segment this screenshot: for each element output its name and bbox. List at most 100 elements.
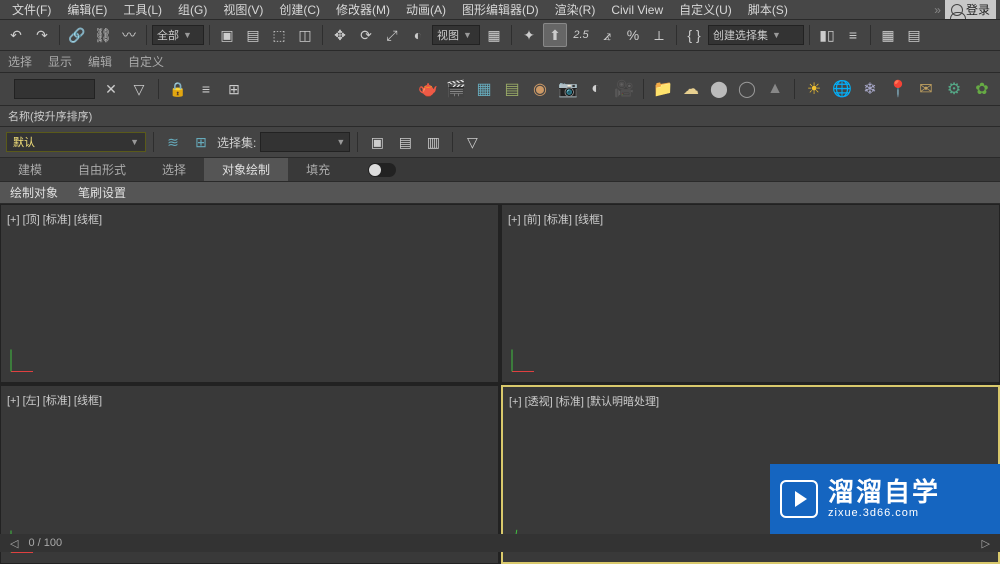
panel-icon[interactable]: ▤ [500,77,524,101]
folder-icon[interactable]: 📁 [651,77,675,101]
menu-modifier[interactable]: 修改器(M) [328,0,398,20]
login-button[interactable]: 登录 [945,0,996,19]
menu-edit[interactable]: 编辑(E) [59,0,115,20]
scale-button[interactable]: ⤢ [380,23,404,47]
filter-button[interactable]: ▽ [127,77,151,101]
bind-button[interactable]: 〰 [117,23,141,47]
menu-view[interactable]: 视图(V) [215,0,271,20]
subtab-paintobject[interactable]: 绘制对象 [0,182,68,203]
named-sel-dropdown[interactable]: 创建选择集▼ [708,25,804,45]
menu-group[interactable]: 组(G) [170,0,215,20]
camera-icon[interactable]: 📷 [556,77,580,101]
tab-freeform[interactable]: 自由形式 [60,158,144,181]
layer-button[interactable]: ▦ [876,23,900,47]
snow-icon[interactable]: ❄ [858,77,882,101]
scene-search-input[interactable] [14,79,95,99]
mirror-button[interactable]: ▮▯ [815,23,839,47]
layers-button[interactable]: ≋ [161,130,185,154]
timeline[interactable]: ◁ 0 / 100 ▷ [0,534,1000,552]
select-name-button[interactable]: ▤ [241,23,265,47]
cloud-icon[interactable]: ☁ [679,77,703,101]
snap-toggle-button[interactable]: ⬆ [543,23,567,47]
sel-b-button[interactable]: ▤ [393,130,417,154]
menu-tools[interactable]: 工具(L) [115,0,170,20]
list2-button[interactable]: ⊞ [222,77,246,101]
pin-icon[interactable]: 📍 [886,77,910,101]
row3: 默认▼ ≋ ⊞ 选择集: ▼ ▣ ▤ ▥ ▽ [0,127,1000,158]
sel-c-button[interactable]: ▥ [421,130,445,154]
sub-edit[interactable]: 编辑 [88,53,112,70]
undo-button[interactable]: ↶ [4,23,28,47]
play-icon[interactable]: ◁ [10,537,18,550]
menu-create[interactable]: 创建(C) [271,0,328,20]
menu-script[interactable]: 脚本(S) [740,0,796,20]
menu-customize[interactable]: 自定义(U) [671,0,740,20]
watermark-title: 溜溜自学 [828,479,940,505]
default-layer-dropdown[interactable]: 默认▼ [6,132,146,152]
tab-objectpaint[interactable]: 对象绘制 [204,158,288,181]
sub-display[interactable]: 显示 [48,53,72,70]
select-object-button[interactable]: ▣ [215,23,239,47]
manipulate-button[interactable]: ✦ [517,23,541,47]
named-sel-button[interactable]: { } [682,23,706,47]
tab-populate[interactable]: 填充 [288,158,348,181]
clip-icon[interactable]: ◐ [584,77,608,101]
gear-icon[interactable]: ⚙ [942,77,966,101]
filter-dropdown[interactable]: 全部▼ [152,25,204,45]
menu-animation[interactable]: 动画(A) [398,0,454,20]
frame-readout: 0 / 100 [28,537,62,549]
spinner-snap-button[interactable]: % [621,23,645,47]
menu-render[interactable]: 渲染(R) [547,0,604,20]
clear-search-button[interactable]: ✕ [99,77,123,101]
menu-grapheditor[interactable]: 图形编辑器(D) [454,0,547,20]
align-button[interactable]: ≡ [841,23,865,47]
camera2-icon[interactable]: 🎥 [612,77,636,101]
redo-button[interactable]: ↷ [30,23,54,47]
plant-icon[interactable]: ✿ [970,77,994,101]
sel-a-button[interactable]: ▣ [365,130,389,154]
cone-icon[interactable]: ▲ [763,77,787,101]
filter2-button[interactable]: ▽ [460,130,484,154]
window-crossing-button[interactable]: ◫ [293,23,317,47]
tab-selection[interactable]: 选择 [144,158,204,181]
angle-snap-button[interactable]: 2.5 [569,23,593,47]
refcoord-dropdown[interactable]: 视图▼ [432,25,480,45]
axis-button[interactable]: ⟂ [647,23,671,47]
tab-modeling[interactable]: 建模 [0,158,60,181]
watermark: 溜溜自学 zixue.3d66.com [770,464,1000,534]
layeradd-button[interactable]: ⊞ [189,130,213,154]
sphere-icon[interactable]: ⬤ [707,77,731,101]
grid-icon[interactable]: ▦ [472,77,496,101]
timeline-end-icon[interactable]: ▷ [982,537,990,550]
viewport-top[interactable]: [+] [顶] [标准] [线框] [0,204,499,383]
ring-icon[interactable]: ◯ [735,77,759,101]
region-rect-button[interactable]: ⬚ [267,23,291,47]
bird-icon[interactable]: ✉ [914,77,938,101]
list-button[interactable]: ≡ [194,77,218,101]
selset-dropdown[interactable]: ▼ [260,132,350,152]
login-label: 登录 [966,1,990,18]
link-button[interactable]: 🔗 [65,23,89,47]
sub-custom[interactable]: 自定义 [128,53,164,70]
film-icon[interactable]: 🎬 [444,77,468,101]
teapot-icon[interactable]: 🫖 [416,77,440,101]
viewport-front[interactable]: [+] [前] [标准] [线框] [501,204,1000,383]
lock-button[interactable]: 🔒 [166,77,190,101]
subtab-brushsettings[interactable]: 笔刷设置 [68,182,136,203]
sub-select[interactable]: 选择 [8,53,32,70]
menu-overflow-icon[interactable]: » [930,3,945,17]
main-toolbar: ↶ ↷ 🔗 ⛓ 〰 全部▼ ▣ ▤ ⬚ ◫ ✥ ⟳ ⤢ ◐ 视图▼ ▦ ✦ ⬆ … [0,20,1000,51]
menu-file[interactable]: 文件(F) [4,0,59,20]
move-button[interactable]: ✥ [328,23,352,47]
menu-civilview[interactable]: Civil View [603,1,671,19]
unlink-button[interactable]: ⛓ [91,23,115,47]
rotate-button[interactable]: ⟳ [354,23,378,47]
material-icon[interactable]: ◉ [528,77,552,101]
curve-editor-button[interactable]: ▤ [902,23,926,47]
percent-snap-button[interactable]: ⦨ [595,23,619,47]
pivot-button[interactable]: ▦ [482,23,506,47]
ribbon-toggle[interactable] [368,163,396,177]
place-button[interactable]: ◐ [406,23,430,47]
sun-icon[interactable]: ☀ [802,77,826,101]
planet-icon[interactable]: 🌐 [830,77,854,101]
